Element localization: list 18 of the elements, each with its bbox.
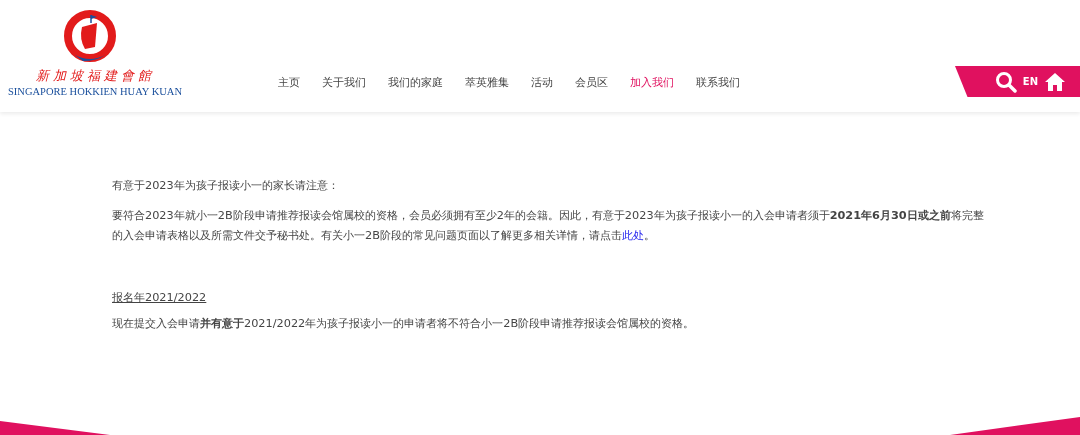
search-icon[interactable] xyxy=(994,70,1017,93)
here-link[interactable]: 此处 xyxy=(621,229,644,242)
nav-link[interactable]: 会员区 xyxy=(575,75,608,90)
nav-link[interactable]: 主页 xyxy=(278,75,300,90)
nav-link[interactable]: 关于我们 xyxy=(322,75,366,90)
section-title: 报名年2021/2022 xyxy=(112,291,207,304)
nav-link[interactable]: 加入我们 xyxy=(630,75,674,90)
notice-paragraph: 要符合2023年就小一2B阶段申请推荐报读会馆属校的资格，会员必须拥有至少2年的会籍。因此，有意于2023年为孩子报读小一的入会申请者须于2021年6月30日或之前将完整的入会申请表格以及所需文件交予秘书处。有关小一2B阶段的常见问题页面以了解更多相关详情，请点击此处。 xyxy=(112,208,985,244)
logo-chinese-name: 新加坡福建會館 xyxy=(35,67,155,85)
nav-link[interactable]: 联系我们 xyxy=(696,75,740,90)
nav-link[interactable]: 活动 xyxy=(531,75,553,90)
home-icon[interactable] xyxy=(1044,71,1066,92)
notice-heading: 有意于2023年为孩子报读小一的家长请注意： xyxy=(112,178,340,194)
nav-link[interactable]: 萃英雅集 xyxy=(465,75,509,90)
language-button[interactable]: EN xyxy=(1022,76,1038,87)
logo-english-name: SINGAPORE HOKKIEN HUAY KUAN xyxy=(8,86,182,97)
section-text: 现在提交入会申请并有意于2021/2022年为孩子报读小一的申请者将不符合小一2B阶段申请推荐报读会馆属校的资格。 xyxy=(112,316,696,332)
nav-link[interactable]: 我们的家庭 xyxy=(388,75,443,90)
